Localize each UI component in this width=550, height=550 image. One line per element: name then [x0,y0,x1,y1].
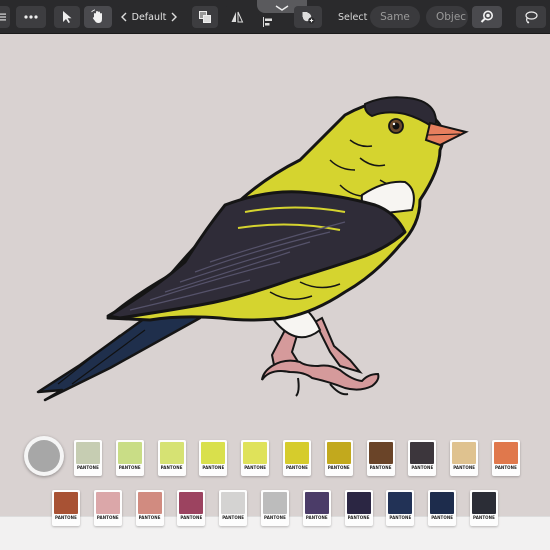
hamburger-menu-icon[interactable] [0,6,10,28]
style-preset-selector[interactable]: Default [116,6,182,28]
hand-select-icon[interactable] [84,6,112,28]
swatch-color [117,442,142,464]
swatch-label: PANTONE [327,465,350,470]
swatch-label: PANTONE [244,465,267,470]
current-color-swatch [28,440,60,472]
swatch-color [137,492,162,514]
swatch-label: PANTONE [160,465,183,470]
swatch-label: PANTONE [180,515,203,520]
swatch-label: PANTONE [77,465,99,470]
boolean-ops-icon[interactable] [192,6,218,28]
pointer-arrow-icon[interactable] [54,6,80,28]
swatch-label: PANTONE [222,515,245,520]
swatch-color [159,442,184,464]
swatch-color [304,492,329,514]
select-label: Select [338,11,368,23]
pantone-swatch-chip[interactable]: PANTONE [408,440,437,476]
pantone-swatch-chip[interactable]: PANTONE [492,440,520,476]
pantone-swatch-chip[interactable]: PANTONE [157,440,186,476]
swatch-color [410,442,435,464]
swatch-color [54,492,78,514]
pantone-swatch-chip[interactable]: PANTONE [177,490,206,526]
pantone-swatch-chip[interactable]: PANTONE [366,440,395,476]
pantone-swatch-chip[interactable]: PANTONE [219,490,248,526]
swatch-color [76,442,100,464]
swatch-label: PANTONE [453,465,476,470]
swatch-label: PANTONE [305,515,328,520]
swatch-label: PANTONE [473,515,495,520]
pantone-swatch-chip[interactable]: PANTONE [324,440,353,476]
bird-feet [261,359,380,391]
swatch-color [95,492,120,514]
pantone-swatch-chip[interactable]: PANTONE [450,440,479,476]
swatch-color [388,492,413,514]
swatch-color [452,442,477,464]
swatch-label: PANTONE [55,515,77,520]
pantone-swatch-chip[interactable]: PANTONE [344,490,373,526]
more-dots-icon[interactable] [16,6,46,28]
pantone-swatch-chip[interactable]: PANTONE [283,440,311,476]
swatch-color [368,442,393,464]
current-color-well[interactable] [24,436,64,476]
swatch-color [472,492,496,514]
swatch-label: PANTONE [347,515,370,520]
pantone-swatch-chip[interactable]: PANTONE [93,490,122,526]
pantone-swatch-chip[interactable]: PANTONE [199,440,228,476]
pantone-swatch-chip[interactable]: PANTONE [428,490,457,526]
pantone-swatch-chip[interactable]: PANTONE [74,440,102,476]
pantone-swatch-chip[interactable]: PANTONE [115,440,144,476]
swatch-label: PANTONE [138,515,161,520]
swatch-color [221,492,246,514]
swatch-color [201,442,226,464]
swatch-label: PANTONE [202,465,225,470]
pantone-swatch-chip[interactable]: PANTONE [470,490,498,526]
pantone-swatch-chip[interactable]: PANTONE [135,490,164,526]
lasso-icon[interactable] [516,6,546,28]
chevron-left-icon[interactable] [120,10,128,24]
zoom-search-icon[interactable] [472,6,502,28]
swatch-label: PANTONE [286,465,308,470]
swatch-label: PANTONE [411,465,434,470]
goldfinch-illustration[interactable] [0,35,550,435]
swatch-label: PANTONE [431,515,454,520]
app-window: Default Select Same Objec PANTONE PANTON… [0,0,550,550]
swatch-label: PANTONE [389,515,412,520]
select-same-button[interactable]: Same [370,6,420,28]
swatch-color [179,492,204,514]
swatch-color [263,492,287,514]
drawing-canvas[interactable] [0,35,550,435]
swatch-color [243,442,268,464]
top-toolbar: Default Select Same Objec [0,0,550,34]
swatch-label: PANTONE [264,515,286,520]
align-icon[interactable] [256,14,280,30]
swatch-color [430,492,455,514]
flip-icon[interactable] [224,6,250,28]
pantone-swatch-chip[interactable]: PANTONE [52,490,80,526]
swatch-label: PANTONE [369,465,392,470]
swatch-color [326,442,351,464]
select-object-button[interactable]: Objec [426,6,468,28]
style-preset-name: Default [131,11,167,23]
pantone-swatch-chip[interactable]: PANTONE [241,440,270,476]
swatch-label: PANTONE [96,515,119,520]
swatch-label: PANTONE [118,465,141,470]
pantone-swatch-chip[interactable]: PANTONE [302,490,331,526]
pantone-swatch-chip[interactable]: PANTONE [386,490,415,526]
swatch-color [494,442,518,464]
swatch-color [346,492,371,514]
pantone-swatch-chip[interactable]: PANTONE [261,490,289,526]
swatch-color [285,442,309,464]
chevron-right-icon[interactable] [170,10,178,24]
swatch-label: PANTONE [495,465,517,470]
add-shape-icon[interactable] [294,6,322,28]
